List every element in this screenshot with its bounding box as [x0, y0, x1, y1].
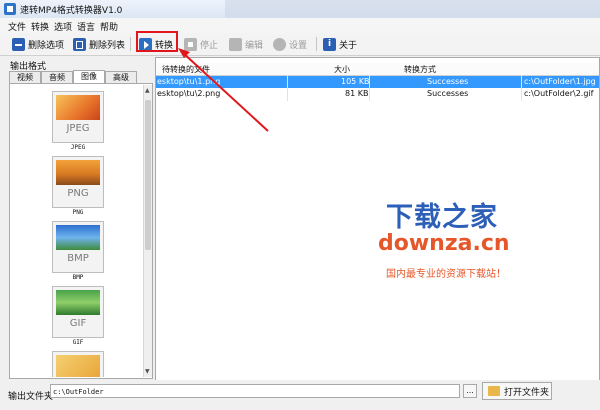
output-folder-label: 输出文件夹 [8, 392, 54, 402]
toolbar-separator [316, 37, 317, 51]
output-folder-input[interactable]: c:\OutFolder [50, 384, 460, 398]
column-method[interactable]: 转换方式 [404, 64, 436, 75]
scrollbar-thumb[interactable] [145, 100, 151, 250]
app-icon [4, 3, 16, 15]
image-format-list: JPEG JPEG PNG PNG BMP BMP GIF GIF ▲ ▼ [9, 83, 153, 379]
title-bar: 速转MP4格式转换器V1.0 [0, 0, 600, 19]
table-row[interactable]: esktop\tu\1.png 105 KB Successes c:\OutF… [156, 76, 599, 88]
format-jpeg[interactable]: JPEG JPEG [52, 91, 104, 151]
column-divider [287, 75, 288, 101]
watermark: 下载之家 downza.cn 国内最专业的资源下载站！ [378, 195, 548, 285]
trash-icon [73, 37, 86, 51]
format-gif[interactable]: GIF GIF [52, 286, 104, 346]
table-row[interactable]: esktop\tu\2.png 81 KB Successes c:\OutFo… [156, 88, 599, 100]
open-folder-button[interactable]: 打开文件夹 [482, 382, 552, 400]
file-list-header: 待转换的文件 大小 转换方式 [156, 63, 599, 76]
gear-icon [273, 37, 286, 51]
file-path: esktop\tu\2.png [157, 89, 221, 98]
format-name: GIF [72, 339, 84, 346]
gif-icon: GIF [52, 286, 104, 338]
output-path: c:\OutFolder\2.gif [524, 89, 594, 98]
edit-button[interactable]: 编辑 [229, 35, 263, 53]
watermark-slogan: 国内最专业的资源下载站！ [386, 269, 506, 280]
open-folder-label: 打开文件夹 [504, 387, 550, 398]
window-title: 速转MP4格式转换器V1.0 [20, 6, 123, 16]
png-icon: PNG [52, 156, 104, 208]
delete-option-label: 删除选项 [28, 40, 65, 51]
convert-highlight-box [136, 31, 178, 52]
toolbar: 删除选项 删除列表 转换 停止 编辑 设置 i 关于 [0, 33, 600, 56]
settings-label: 设置 [289, 40, 308, 51]
stop-label: 停止 [200, 40, 219, 51]
bottom-bar: 输出文件夹 c:\OutFolder ... 打开文件夹 [0, 380, 600, 410]
output-format-panel: 输出格式 视频 音频 图像 高级 JPEG JPEG PNG PNG BMP B… [6, 57, 154, 379]
menu-options[interactable]: 选项 [54, 20, 72, 33]
scroll-down-icon[interactable]: ▼ [145, 368, 150, 375]
column-size[interactable]: 大小 [334, 64, 350, 75]
edit-label: 编辑 [245, 40, 264, 51]
format-bmp[interactable]: BMP BMP [52, 221, 104, 281]
output-path: c:\OutFolder\1.jpg [524, 77, 596, 86]
menu-file[interactable]: 文件 [8, 20, 26, 33]
format-name: JPEG [70, 144, 86, 151]
format-tabs: 视频 音频 图像 高级 [9, 70, 151, 84]
browse-button[interactable]: ... [463, 384, 477, 398]
watermark-url: downza.cn [378, 231, 510, 256]
tab-image[interactable]: 图像 [73, 70, 105, 84]
stop-button[interactable]: 停止 [184, 35, 218, 53]
file-size: 81 KB [345, 89, 369, 98]
tab-advanced[interactable]: 高级 [105, 71, 137, 83]
bmp-icon: BMP [52, 221, 104, 273]
file-size: 105 KB [341, 77, 370, 86]
format-png[interactable]: PNG PNG [52, 156, 104, 216]
column-divider [521, 75, 522, 101]
format-more[interactable] [52, 351, 104, 377]
format-name: BMP [72, 274, 84, 281]
format-name: PNG [72, 209, 84, 216]
info-icon: i [323, 37, 336, 51]
about-button[interactable]: i 关于 [323, 35, 357, 53]
column-file[interactable]: 待转换的文件 [162, 64, 210, 75]
about-label: 关于 [339, 40, 358, 51]
toolbar-separator [130, 37, 131, 51]
tab-audio[interactable]: 音频 [41, 71, 73, 83]
scroll-up-icon[interactable]: ▲ [145, 87, 150, 94]
settings-button[interactable]: 设置 [273, 35, 307, 53]
delete-option-button[interactable]: 删除选项 [12, 35, 64, 53]
format-scrollbar[interactable]: ▲ ▼ [143, 85, 152, 377]
file-status: Successes [427, 89, 469, 98]
menu-language[interactable]: 语言 [77, 20, 95, 33]
delete-list-button[interactable]: 删除列表 [73, 35, 125, 53]
edit-icon [229, 37, 242, 51]
jpeg-icon: JPEG [52, 91, 104, 143]
image-file-icon [52, 351, 104, 377]
menu-bar: 文件 转换 选项 语言 帮助 [0, 18, 600, 34]
background-window [225, 0, 600, 18]
menu-help[interactable]: 帮助 [100, 20, 118, 33]
delete-list-label: 删除列表 [89, 40, 126, 51]
menu-convert[interactable]: 转换 [31, 20, 49, 33]
file-status: Successes [427, 77, 469, 86]
watermark-title: 下载之家 [386, 202, 498, 233]
folder-icon [488, 386, 500, 396]
tab-video[interactable]: 视频 [9, 71, 41, 83]
stop-icon [184, 37, 197, 51]
column-divider [369, 75, 370, 101]
file-path: esktop\tu\1.png [157, 77, 221, 86]
minus-icon [12, 37, 25, 51]
